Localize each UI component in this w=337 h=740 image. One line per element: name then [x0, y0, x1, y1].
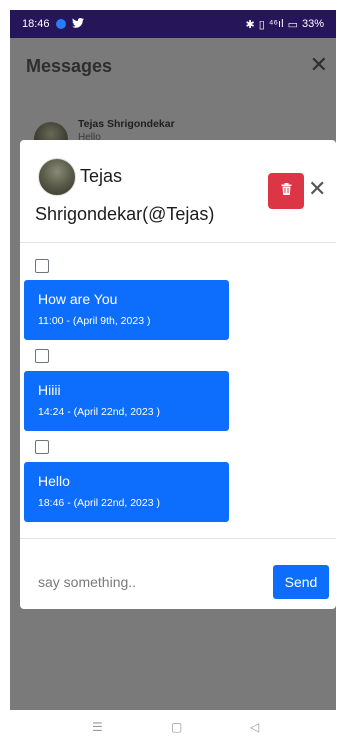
compose-bar: Send: [20, 538, 336, 609]
network-status: ⁴⁶ıl: [268, 18, 284, 30]
message-bubble: How are You 11:00 - (April 9th, 2023 ): [24, 280, 229, 340]
vibrate-icon: ▯: [258, 18, 265, 31]
twitter-icon: [71, 17, 84, 31]
contact-username: Shrigondekar(@Tejas): [35, 204, 215, 224]
message-time: 11:00 - (April 9th, 2023 ): [38, 315, 151, 327]
modal-header: Tejas Shrigondekar(@Tejas) ✕: [20, 140, 336, 243]
system-nav-bar: ☰ ▢ ◁: [0, 712, 337, 740]
bluetooth-icon: ✱: [245, 18, 255, 31]
message-text: Hiiii: [38, 382, 61, 398]
chat-modal: Tejas Shrigondekar(@Tejas) ✕ How are You…: [20, 140, 336, 609]
notification-icon: [55, 19, 66, 29]
menu-icon[interactable]: ☰: [92, 720, 103, 734]
message-text: How are You: [38, 291, 118, 307]
message-checkbox[interactable]: [35, 349, 49, 363]
conversation-name: Tejas Shrigondekar: [78, 118, 175, 130]
message-input[interactable]: [30, 565, 266, 599]
close-icon[interactable]: ✕: [310, 52, 328, 78]
send-button[interactable]: Send: [273, 565, 329, 599]
battery-icon: ▭: [287, 18, 298, 31]
close-icon[interactable]: ✕: [308, 178, 326, 200]
message-text: Hello: [38, 473, 70, 489]
message-time: 14:24 - (April 22nd, 2023 ): [38, 406, 160, 418]
delete-button[interactable]: [268, 173, 304, 209]
message-bubble: Hello 18:46 - (April 22nd, 2023 ): [24, 462, 229, 522]
message-time: 18:46 - (April 22nd, 2023 ): [38, 497, 160, 509]
back-icon[interactable]: ◁: [250, 720, 259, 734]
page-title: Messages: [26, 56, 113, 76]
message-checkbox[interactable]: [35, 259, 49, 273]
status-bar: 18:46 ✱ ▯ ⁴⁶ıl ▭ 33%: [10, 10, 336, 38]
contact-name: Tejas: [80, 166, 123, 186]
message-list: How are You 11:00 - (April 9th, 2023 ) H…: [20, 243, 336, 538]
message-checkbox[interactable]: [35, 440, 49, 454]
message-bubble: Hiiii 14:24 - (April 22nd, 2023 ): [24, 371, 229, 431]
trash-icon: [281, 182, 292, 200]
home-icon[interactable]: ▢: [171, 720, 182, 734]
status-time: 18:46: [22, 18, 50, 30]
battery-level: 33%: [301, 18, 324, 30]
avatar: [38, 158, 76, 196]
